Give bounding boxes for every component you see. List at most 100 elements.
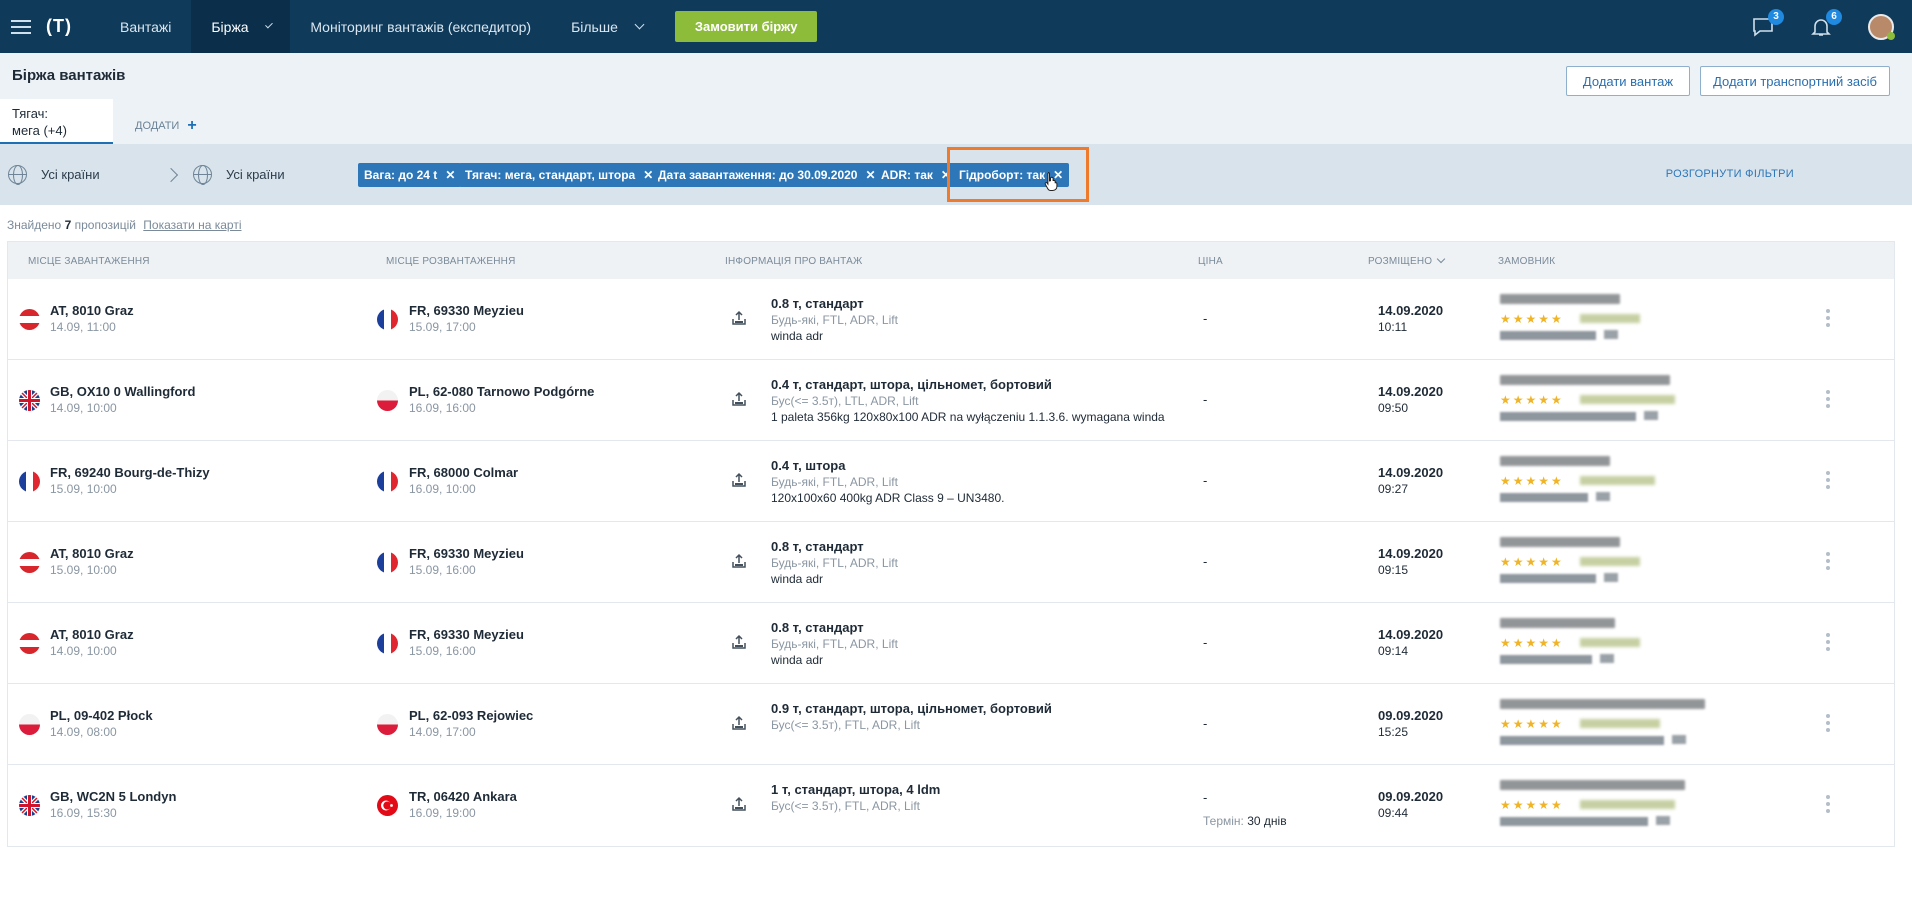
user-avatar[interactable] (1868, 13, 1895, 40)
flag-icon (377, 309, 398, 330)
filter-chip-tractor[interactable]: Тягач: мега, стандарт, штора ✕ (459, 163, 660, 187)
flag-icon (377, 633, 398, 654)
chat-icon[interactable] (1600, 654, 1614, 663)
nav-item-more[interactable]: Більше (551, 0, 663, 53)
col-unloading[interactable]: МІСЦЕ РОЗВАНТАЖЕННЯ (386, 256, 516, 267)
table-row[interactable]: AT, 8010 Graz 14.09, 10:00 FR, 69330 Mey… (8, 603, 1894, 684)
saved-filter-tab[interactable]: Тягач: мега (+4) (0, 99, 113, 144)
filter-chip-adr[interactable]: ADR: так ✕ (875, 163, 957, 187)
highlight-box (947, 147, 1089, 202)
chat-icon[interactable] (1604, 330, 1618, 339)
nav-item-cargo[interactable]: Вантажі (100, 0, 191, 53)
cargo-load-icon (731, 634, 747, 650)
contact-blurred (1500, 574, 1596, 583)
filter-chip-weight[interactable]: Вага: до 24 t ✕ (358, 163, 462, 187)
results-summary: Знайдено 7 пропозицій Показати на карті (7, 218, 242, 232)
logo[interactable]: (T) (46, 16, 72, 37)
cargo-note: winda adr (771, 329, 824, 343)
price-value: - (1203, 473, 1208, 488)
posted-date: 14.09.2020 (1378, 627, 1444, 642)
customer-info[interactable]: ★★★★★ (1500, 697, 1726, 753)
show-on-map-link[interactable]: Показати на карті (143, 218, 241, 232)
chat-icon[interactable] (1672, 735, 1686, 744)
contact-blurred (1500, 412, 1636, 421)
filter-chip-loading-date[interactable]: Дата завантаження: до 30.09.2020 ✕ (652, 163, 882, 187)
customer-info[interactable]: ★★★★★ (1500, 616, 1726, 672)
customer-name-blurred (1500, 294, 1620, 304)
customer-name-blurred (1500, 375, 1670, 385)
table-row[interactable]: AT, 8010 Graz 15.09, 10:00 FR, 69330 Mey… (8, 522, 1894, 603)
customer-info[interactable]: ★★★★★ (1500, 778, 1726, 834)
chip-label: Дата завантаження: до 30.09.2020 (658, 168, 858, 182)
price-value: - (1203, 790, 1208, 805)
loading-place: AT, 8010 Graz (50, 627, 134, 642)
add-filter-tab[interactable]: ДОДАТИ + (135, 117, 197, 135)
cargo-title: 0.8 т, стандарт (771, 296, 864, 311)
notifications-badge: 6 (1826, 8, 1842, 25)
chat-icon[interactable] (1596, 492, 1610, 501)
more-options-icon[interactable] (1826, 633, 1830, 651)
customer-info[interactable]: ★★★★★ (1500, 454, 1726, 510)
loading-date: 15.09, 10:00 (50, 482, 117, 496)
notifications-button[interactable]: 6 (1810, 8, 1842, 37)
close-icon[interactable]: ✕ (445, 168, 455, 182)
customer-info[interactable]: ★★★★★ (1500, 292, 1726, 348)
col-loading[interactable]: МІСЦЕ ЗАВАНТАЖЕННЯ (28, 256, 150, 267)
table-row[interactable]: GB, WC2N 5 Londyn 16.09, 15:30 TR, 06420… (8, 765, 1894, 846)
plus-icon: + (187, 117, 197, 134)
table-row[interactable]: FR, 69240 Bourg-de-Thizy 15.09, 10:00 FR… (8, 441, 1894, 522)
table-row[interactable]: GB, OX10 0 Wallingford 14.09, 10:00 PL, … (8, 360, 1894, 441)
loading-place: AT, 8010 Graz (50, 546, 134, 561)
col-price[interactable]: ЦІНА (1198, 256, 1223, 267)
table-row[interactable]: PL, 09-402 Płock 14.09, 08:00 PL, 62-093… (8, 684, 1894, 765)
contact-blurred (1500, 331, 1596, 340)
top-navigation-bar: (T) Вантажі Біржа Моніторинг вантажів (е… (0, 0, 1912, 53)
cargo-load-icon (731, 796, 747, 812)
flag-icon (377, 552, 398, 573)
expand-filters-button[interactable]: РОЗГОРНУТИ ФІЛЬТРИ (1666, 168, 1794, 180)
saved-tab-line2: мега (+4) (12, 123, 67, 138)
customer-info[interactable]: ★★★★★ (1500, 535, 1726, 591)
chat-icon[interactable] (1604, 573, 1618, 582)
hamburger-menu-icon[interactable] (11, 19, 31, 34)
col-posted[interactable]: РОЗМІЩЕНО (1368, 254, 1446, 267)
posted-date: 14.09.2020 (1378, 303, 1444, 318)
cargo-details: Будь-які, FTL, ADR, Lift (771, 475, 898, 489)
posted-time: 09:15 (1378, 563, 1409, 577)
contact-blurred (1500, 817, 1648, 826)
chat-icon[interactable] (1656, 816, 1670, 825)
more-options-icon[interactable] (1826, 390, 1830, 408)
more-options-icon[interactable] (1826, 552, 1830, 570)
add-cargo-button[interactable]: Додати вантаж (1566, 66, 1690, 96)
table-row[interactable]: AT, 8010 Graz 14.09, 11:00 FR, 69330 Mey… (8, 279, 1894, 360)
more-options-icon[interactable] (1826, 309, 1830, 327)
saved-tab-line1: Тягач: (12, 106, 49, 121)
unloading-date: 15.09, 16:00 (409, 563, 476, 577)
nav-item-monitoring[interactable]: Моніторинг вантажів (експедитор) (290, 0, 551, 53)
loading-date: 14.09, 10:00 (50, 644, 117, 658)
posted-date: 09.09.2020 (1378, 708, 1444, 723)
filter-bar: Усі країни Усі країни Вага: до 24 t ✕ Тяг… (0, 144, 1912, 205)
posted-time: 09:27 (1378, 482, 1409, 496)
price-value: - (1203, 635, 1208, 650)
chat-icon[interactable] (1644, 411, 1658, 420)
more-options-icon[interactable] (1826, 714, 1830, 732)
add-vehicle-button[interactable]: Додати транспортний засіб (1700, 66, 1890, 96)
messages-button[interactable]: 3 (1752, 8, 1784, 37)
col-customer[interactable]: ЗАМОВНИК (1498, 256, 1555, 267)
customer-info[interactable]: ★★★★★ (1500, 373, 1726, 429)
offers-table: МІСЦЕ ЗАВАНТАЖЕННЯ МІСЦЕ РОЗВАНТАЖЕННЯ І… (7, 241, 1895, 847)
loading-date: 14.09, 10:00 (50, 401, 117, 415)
col-info[interactable]: ІНФОРМАЦІЯ ПРО ВАНТАЖ (725, 256, 862, 267)
nav-item-exchange[interactable]: Біржа (191, 0, 291, 53)
to-country-selector[interactable]: Усі країни (193, 165, 285, 185)
unloading-date: 15.09, 17:00 (409, 320, 476, 334)
unloading-date: 16.09, 16:00 (409, 401, 476, 415)
rating-stars: ★★★★★ (1500, 555, 1564, 569)
more-options-icon[interactable] (1826, 795, 1830, 813)
from-country-selector[interactable]: Усі країни (8, 165, 100, 185)
order-exchange-button[interactable]: Замовити біржу (674, 11, 818, 42)
more-options-icon[interactable] (1826, 471, 1830, 489)
rating-details-blurred (1580, 719, 1660, 728)
cargo-note: winda adr (771, 572, 824, 586)
